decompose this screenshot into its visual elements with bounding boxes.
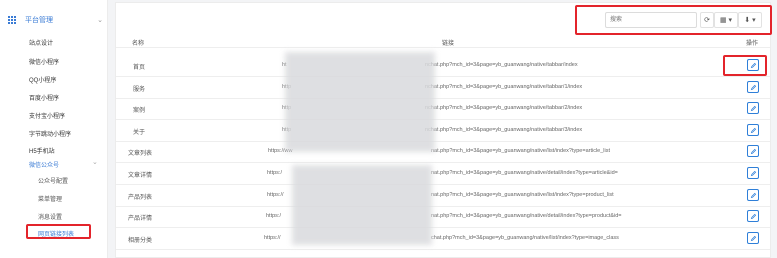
row-divider — [116, 119, 770, 120]
row-link-suffix: nchat.php?mch_id=3&page=yb_guanwang/nati… — [425, 105, 583, 111]
row-link-suffix: nat.php?mch_id=3&page=yb_guanwang/native… — [431, 213, 622, 219]
highlight-box — [575, 5, 772, 35]
row-name: 服务 — [133, 87, 146, 93]
row-link-suffix: chat.php?mch_id=3&page=yb_guanwang/nativ… — [431, 235, 619, 241]
row-divider — [116, 206, 770, 207]
pencil-icon — [750, 213, 756, 219]
sidebar-item-wechat-official[interactable]: 微信公众号 — [29, 160, 59, 169]
row-divider — [116, 162, 770, 163]
edit-button[interactable] — [747, 167, 759, 179]
row-name: 产品列表 — [128, 195, 153, 201]
row-link-suffix: nat.php?mch_id=3&page=yb_guanwang/native… — [431, 148, 611, 154]
redaction-blur — [292, 165, 432, 245]
grid-icon — [8, 15, 17, 25]
row-divider — [116, 98, 770, 99]
row-name: 案例 — [133, 108, 146, 114]
chevron-down-icon: ⌄ — [97, 17, 103, 24]
row-divider — [116, 184, 770, 185]
platform-management-menu[interactable]: 平台管理 ⌄ — [8, 12, 103, 28]
row-name: 首页 — [133, 65, 146, 71]
row-link-prefix: https:/ — [267, 170, 282, 176]
row-divider — [116, 141, 770, 142]
edit-button[interactable] — [747, 232, 759, 244]
edit-button[interactable] — [747, 81, 759, 93]
sidebar-item-alipay-mini[interactable]: 支付宝小程序 — [29, 111, 65, 120]
sidebar-subitem-message-settings[interactable]: 消息设置 — [38, 212, 62, 221]
sidebar-subitem-menu-management[interactable]: 菜单管理 — [38, 194, 62, 203]
row-link-prefix: https:// — [267, 192, 284, 198]
row-divider — [116, 76, 770, 77]
sidebar: 平台管理 ⌄ 站点设计 微信小程序 QQ小程序 百度小程序 支付宝小程序 字节跳… — [0, 0, 108, 258]
platform-management-label: 平台管理 — [25, 17, 53, 24]
pencil-icon — [750, 192, 756, 198]
highlight-box — [26, 224, 91, 239]
edit-button[interactable] — [747, 102, 759, 114]
row-link-prefix: https:// — [264, 235, 281, 241]
row-divider — [116, 249, 770, 250]
row-link-suffix: nat.php?mch_id=3&page=yb_guanwang/native… — [431, 192, 614, 198]
row-name: 文章列表 — [128, 151, 153, 157]
column-header-name: 名称 — [132, 41, 145, 47]
row-link-suffix: nchat.php?mch_id=3&page=yb_guanwang/nati… — [425, 84, 583, 90]
redaction-blur — [285, 52, 435, 152]
row-divider — [116, 227, 770, 228]
row-name: 产品详情 — [128, 216, 153, 222]
edit-button[interactable] — [747, 189, 759, 201]
row-name: 文章详情 — [128, 173, 153, 179]
row-link-suffix: nchat.php?mch_id=3&page=yb_guanwang/nati… — [425, 62, 578, 68]
highlight-box — [723, 55, 767, 76]
row-name: 相册分类 — [128, 238, 153, 244]
sidebar-item-baidu-mini[interactable]: 百度小程序 — [29, 93, 59, 102]
sidebar-item-wechat-mini[interactable]: 微信小程序 — [29, 57, 59, 66]
pencil-icon — [750, 170, 756, 176]
pencil-icon — [750, 84, 756, 90]
row-link-prefix: https:/ — [266, 213, 281, 219]
divider — [116, 47, 770, 48]
edit-button[interactable] — [747, 124, 759, 136]
pencil-icon — [750, 235, 756, 241]
chevron-down-icon: ⌄ — [92, 159, 98, 166]
edit-button[interactable] — [747, 145, 759, 157]
sidebar-subitem-account-config[interactable]: 公众号配置 — [38, 176, 68, 185]
row-name: 关于 — [133, 130, 146, 136]
row-link-suffix: nchat.php?mch_id=3&page=yb_guanwang/nati… — [425, 127, 583, 133]
pencil-icon — [750, 127, 756, 133]
sidebar-item-h5[interactable]: H5手机站 — [29, 146, 55, 155]
pencil-icon — [750, 148, 756, 154]
edit-button[interactable] — [747, 210, 759, 222]
sidebar-item-site-design[interactable]: 站点设计 — [29, 38, 53, 47]
pencil-icon — [750, 105, 756, 111]
sidebar-item-bytedance-mini[interactable]: 字节跳动小程序 — [29, 129, 71, 138]
sidebar-item-qq-mini[interactable]: QQ小程序 — [29, 75, 56, 84]
column-header-ops: 操作 — [746, 41, 759, 47]
column-header-link: 链接 — [442, 41, 455, 47]
row-link-suffix: nat.php?mch_id=3&page=yb_guanwang/native… — [431, 170, 618, 176]
